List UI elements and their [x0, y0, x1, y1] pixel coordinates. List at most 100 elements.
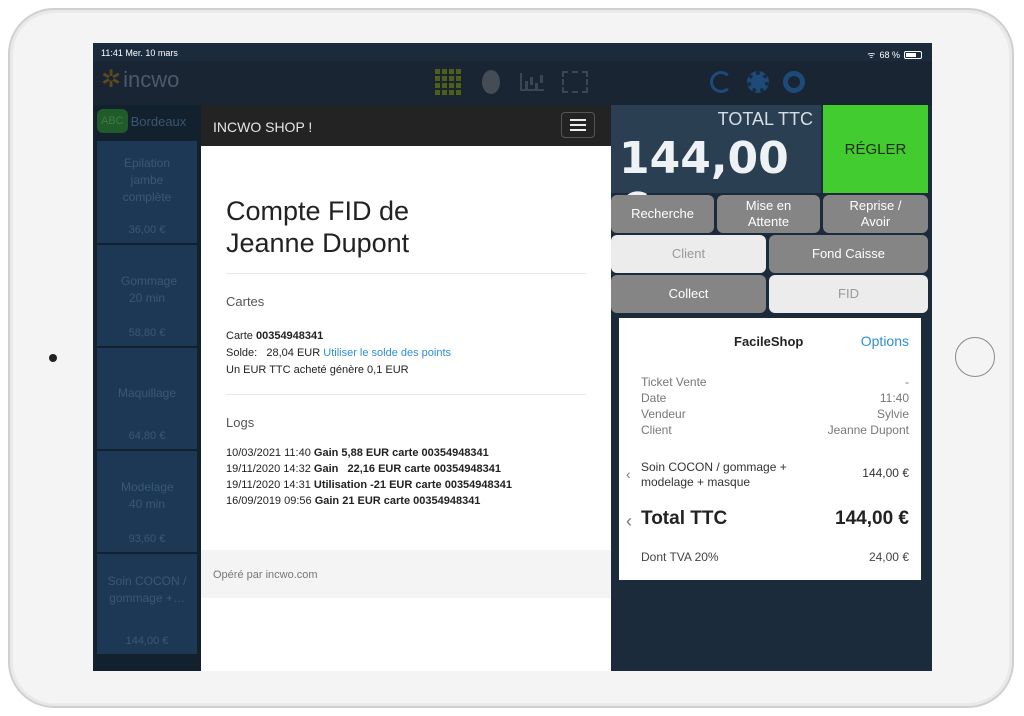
reprise-avoir-button[interactable]: Reprise / Avoir	[823, 195, 928, 233]
app-toolbar: ✲ incwo	[93, 61, 932, 105]
log-row: 16/09/2019 09:56 Gain 21 EUR carte 00354…	[226, 495, 480, 507]
card-line: Carte 00354948341	[226, 330, 323, 342]
ticket-row-value: Sylvie	[876, 407, 909, 421]
ticket-shop-name: FacileShop	[734, 334, 804, 349]
home-button[interactable]	[955, 337, 995, 377]
receipt-ticket: FacileShop Options Ticket Vente - Date 11:…	[619, 318, 921, 580]
status-bar: 11:41 Mer. 10 mars ᯤ 68 %	[93, 43, 932, 61]
product-name: Epilation jambe complète	[122, 156, 172, 204]
footer-text: Opéré par incwo.com	[213, 569, 318, 581]
balance-label: Solde:	[226, 347, 258, 359]
battery-icon	[904, 50, 922, 59]
tva-label: Dont TVA 20%	[641, 550, 719, 564]
product-tile[interactable]: Epilation jambe complète 36,00 €	[97, 141, 197, 243]
recherche-button[interactable]: Recherche	[611, 195, 714, 233]
ticket-total-value: 144,00 €	[835, 508, 909, 529]
status-time: 11:41 Mer. 10 mars	[101, 48, 178, 58]
balance-line: Solde: 28,04 EUR Utiliser le solde des p…	[226, 347, 451, 359]
product-name: Soin COCON / gommage +…	[107, 574, 187, 605]
regler-button[interactable]: RÉGLER	[823, 105, 928, 193]
ticket-row: Date 11:40	[641, 391, 909, 405]
chevron-left-icon[interactable]: ‹	[626, 466, 631, 482]
status-right: ᯤ 68 %	[867, 48, 922, 61]
sidebar-header[interactable]: ABC Bordeaux	[95, 105, 199, 137]
divider	[226, 273, 586, 274]
product-price: 64,80 €	[128, 430, 166, 442]
fond-caisse-button[interactable]: Fond Caisse	[769, 235, 928, 273]
status-date-text: Mer. 10 mars	[125, 48, 178, 58]
shop-name[interactable]: Bordeaux	[131, 114, 187, 129]
log-date: 19/11/2020 14:31	[226, 479, 311, 491]
chevron-left-icon[interactable]: ‹	[626, 511, 632, 532]
ticket-total-label: Total TTC	[641, 508, 728, 529]
ticket-item-price: 144,00 €	[862, 466, 909, 480]
content-header: INCWO SHOP !	[201, 105, 611, 146]
ticket-row-label: Client	[641, 423, 672, 437]
product-tile[interactable]: Maquillage 64,80 €	[97, 348, 197, 449]
log-row: 19/11/2020 14:32 Gain 22,16 EUR carte 00…	[226, 463, 501, 475]
ticket-item-name[interactable]: Soin COCON / gommage + modelage + masque	[641, 460, 811, 490]
balance-value: 28,04 EUR	[266, 347, 321, 359]
fid-account-panel: INCWO SHOP ! Compte FID de Jeanne Dupont…	[201, 105, 611, 671]
total-display: TOTAL TTC 144,00 €	[611, 105, 821, 235]
client-button[interactable]: Client	[611, 235, 766, 273]
logo-star-icon: ✲	[101, 66, 122, 93]
ticket-options-link[interactable]: Options	[861, 333, 909, 349]
tva-value: 24,00 €	[868, 550, 909, 564]
page-title-line1: Compte FID de	[226, 196, 410, 226]
log-row: 19/11/2020 14:31 Utilisation -21 EUR car…	[226, 479, 512, 491]
sync-icon[interactable]	[706, 67, 736, 97]
ticket-row: Vendeur Sylvie	[641, 407, 909, 421]
cards-section-title: Cartes	[226, 294, 265, 309]
grid-icon[interactable]	[433, 67, 463, 97]
product-name: Gommage 20 min	[121, 274, 178, 305]
log-date: 16/09/2019 09:56	[226, 495, 312, 507]
fid-button[interactable]: FID	[769, 275, 928, 313]
log-text: Gain 5,88 EUR carte 00354948341	[313, 447, 489, 459]
page-title: Compte FID de Jeanne Dupont	[226, 195, 409, 259]
product-tile[interactable]: Gommage 20 min 58,80 €	[97, 245, 197, 346]
card-number: 00354948341	[255, 330, 324, 342]
chart-icon[interactable]	[517, 67, 547, 97]
divider	[226, 394, 586, 395]
logo-text: incwo	[123, 66, 180, 92]
camera-dot	[49, 354, 57, 362]
ticket-row-label: Ticket Vente	[641, 375, 707, 389]
ticket-row: Client Jeanne Dupont	[641, 423, 909, 437]
product-name: Maquillage	[117, 386, 177, 400]
product-price: 144,00 €	[125, 635, 169, 647]
product-sidebar: ABC Bordeaux Epilation jambe complète 36…	[93, 105, 201, 671]
screen: 11:41 Mer. 10 mars ᯤ 68 % ✲ incwo ABC Bo…	[93, 43, 932, 671]
abc-badge[interactable]: ABC	[97, 109, 128, 133]
help-icon[interactable]	[779, 67, 809, 97]
content-footer: Opéré par incwo.com	[201, 550, 611, 598]
hamburger-icon[interactable]	[561, 112, 595, 138]
pos-panel: TOTAL TTC 144,00 € RÉGLER Recherche Mise…	[611, 105, 932, 671]
product-tile[interactable]: Modelage 40 min 93,60 €	[97, 451, 197, 552]
product-tile[interactable]: Soin COCON / gommage +… 144,00 €	[97, 554, 197, 654]
logo: ✲ incwo	[101, 65, 179, 94]
ref-icon[interactable]	[476, 67, 506, 97]
logs-section-title: Logs	[226, 415, 255, 430]
use-points-link[interactable]: Utiliser le solde des points	[323, 347, 451, 359]
ticket-row-label: Date	[641, 391, 667, 405]
ticket-row-value: -	[905, 375, 909, 389]
log-row: 10/03/2021 11:40 Gain 5,88 EUR carte 003…	[226, 447, 489, 459]
product-price: 36,00 €	[128, 224, 166, 236]
collect-button[interactable]: Collect	[611, 275, 766, 313]
ticket-row: Ticket Vente -	[641, 375, 909, 389]
barcode-icon[interactable]	[560, 67, 590, 97]
log-text: Gain 21 EUR carte 00354948341	[314, 495, 481, 507]
card-prefix: Carte	[226, 330, 256, 342]
points-rule: Un EUR TTC acheté génère 0,1 EUR	[226, 364, 409, 376]
total-label: TOTAL TTC	[717, 109, 813, 129]
log-date: 10/03/2021 11:40	[226, 447, 311, 459]
ticket-row-value: 11:40	[879, 391, 909, 405]
mise-en-attente-button[interactable]: Mise en Attente	[717, 195, 820, 233]
log-date: 19/11/2020 14:32	[226, 463, 311, 475]
product-price: 58,80 €	[128, 327, 166, 339]
gear-icon[interactable]	[743, 67, 773, 97]
log-text: Utilisation -21 EUR carte 00354948341	[313, 479, 512, 491]
page-title-line2: Jeanne Dupont	[226, 228, 410, 258]
ticket-row-label: Vendeur	[641, 407, 686, 421]
